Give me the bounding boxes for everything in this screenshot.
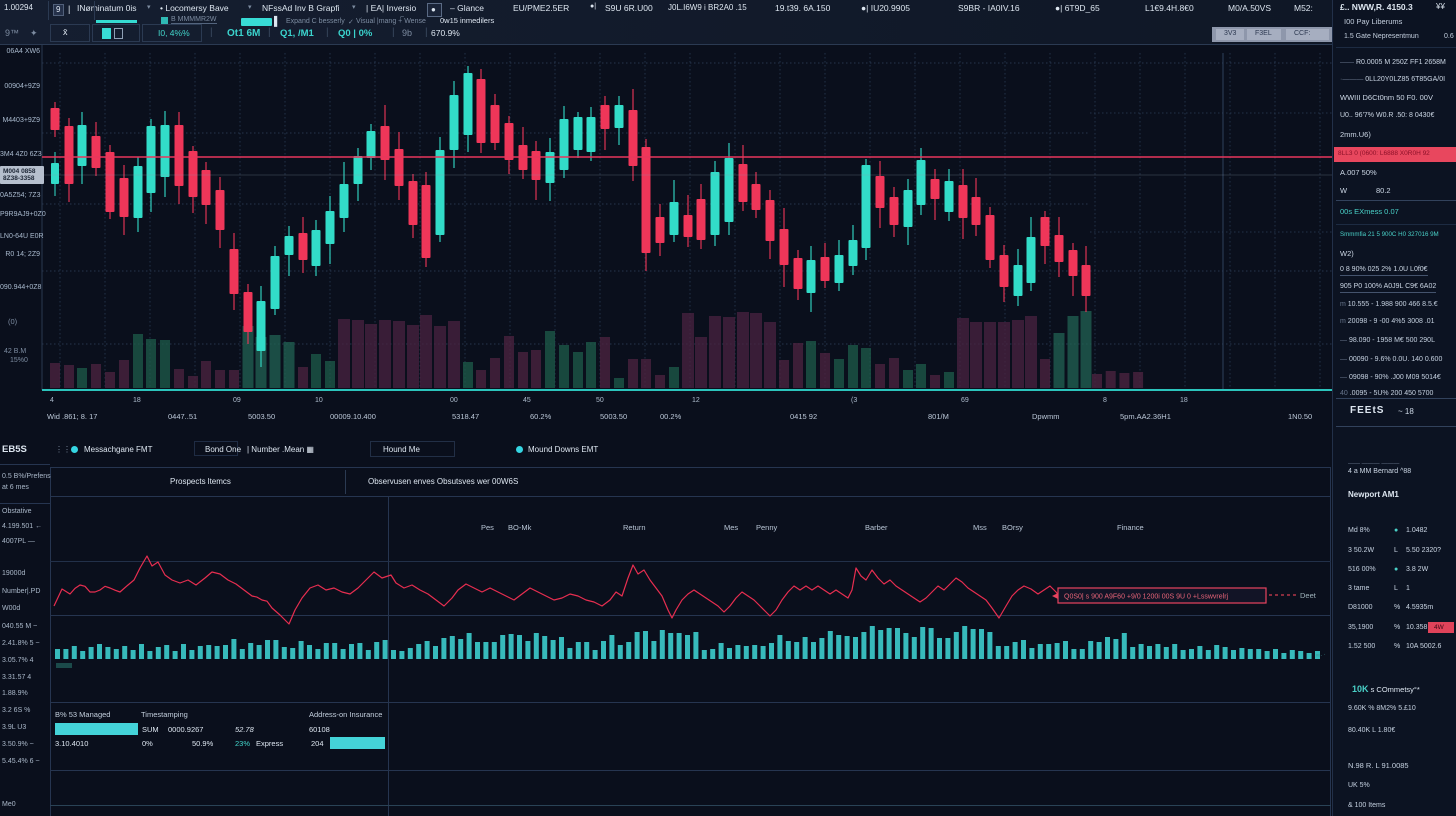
svg-text:ᵥ₀. ·: ᵥ₀. · (1315, 652, 1326, 658)
svg-text:Q0S0| s 900 A9F60 +9/0 1200i 0: Q0S0| s 900 A9F60 +9/0 1200i 00S 9U 0 +L… (1064, 594, 1229, 601)
svg-text:Deet: Deet (1300, 591, 1317, 600)
